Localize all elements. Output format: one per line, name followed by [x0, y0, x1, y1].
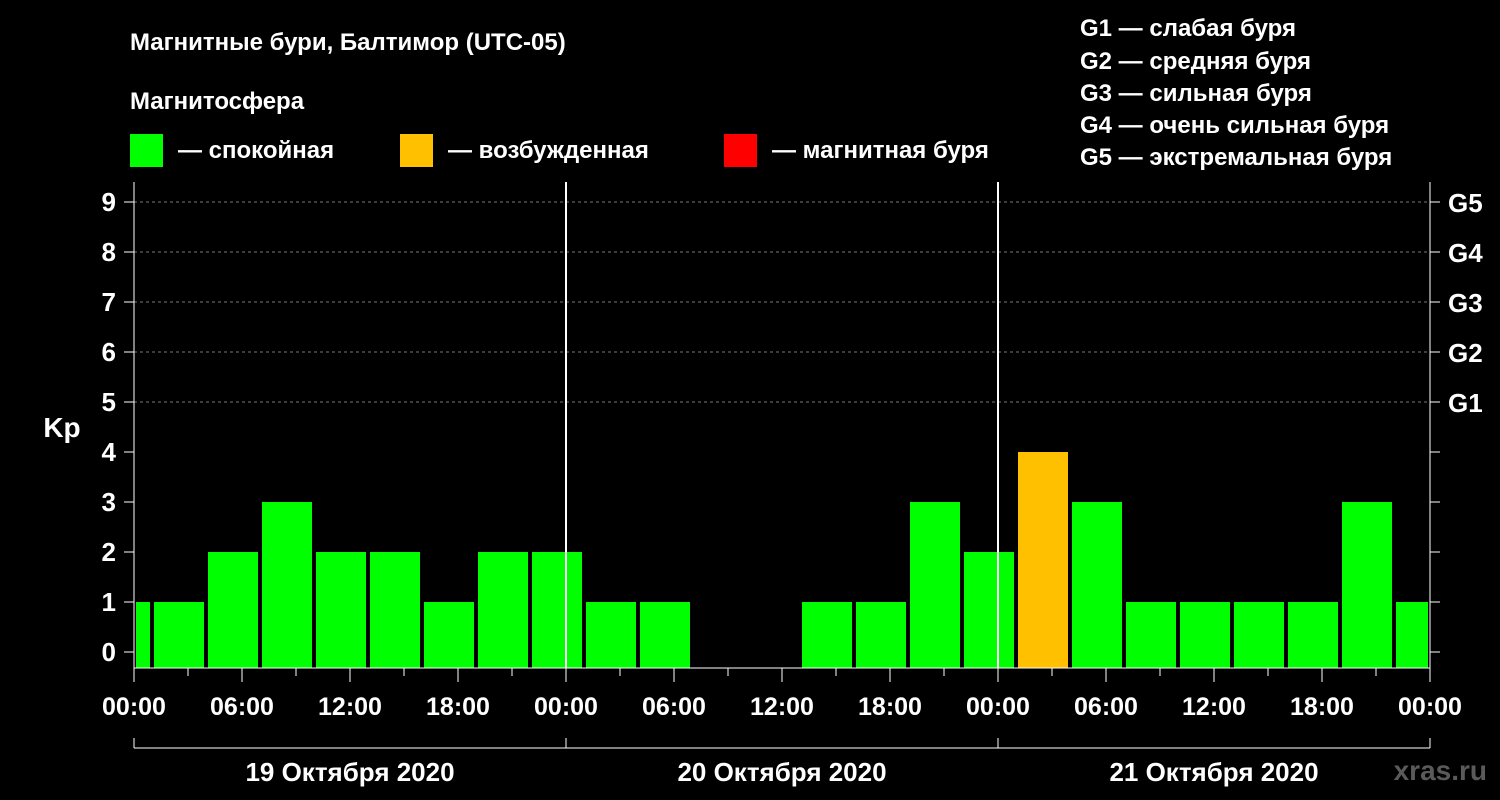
y-tick-label: 6	[102, 337, 116, 367]
kp-bar	[1018, 452, 1068, 668]
storm-level-label: G3	[1448, 288, 1483, 318]
storm-scale-g1: G1 — слабая буря	[1080, 15, 1296, 42]
chart-title: Магнитные бури, Балтимор (UTC-05)	[130, 29, 566, 56]
magnetic-storm-chart: Магнитные бури, Балтимор (UTC-05) Магнит…	[43, 15, 1487, 787]
kp-bar	[1234, 602, 1284, 668]
kp-bar	[1126, 602, 1176, 668]
legend-swatch-quiet	[130, 134, 163, 167]
y-tick-label: 7	[102, 287, 116, 317]
y-axis-label: Kp	[43, 412, 80, 443]
legend-label-active: — возбужденная	[448, 137, 649, 164]
kp-bar	[910, 502, 960, 668]
bars	[136, 452, 1428, 668]
day-labels: 19 Октября 2020 20 Октября 2020 21 Октября…	[133, 738, 1431, 787]
kp-bar	[316, 552, 366, 668]
kp-bar	[964, 552, 1014, 668]
kp-bar	[1180, 602, 1230, 668]
y-tick-label: 5	[102, 387, 116, 417]
x-tick-label: 18:00	[1290, 693, 1354, 721]
y-ticks: 0 1 2 3 4 5 6 7 8 9	[102, 187, 134, 667]
storm-scale-list: G1 — слабая буря G2 — средняя буря G3 — …	[1080, 15, 1392, 171]
storm-scale-g5: G5 — экстремальная буря	[1080, 144, 1392, 171]
kp-bar	[1288, 602, 1338, 668]
legend-label-quiet: — спокойная	[178, 137, 334, 164]
y-tick-label: 4	[102, 437, 117, 467]
x-tick-label: 06:00	[1074, 693, 1138, 721]
kp-bar	[640, 602, 690, 668]
kp-bar	[154, 602, 204, 668]
x-tick-label: 06:00	[210, 693, 274, 721]
x-tick-label: 12:00	[318, 693, 382, 721]
y-tick-label: 0	[102, 637, 116, 667]
magnetosphere-label: Магнитосфера	[130, 88, 305, 115]
y-tick-label: 1	[102, 587, 116, 617]
kp-bar	[136, 602, 150, 668]
x-tick-label: 00:00	[102, 693, 166, 721]
legend: — спокойная — возбужденная — магнитная б…	[130, 134, 989, 167]
kp-bar	[532, 552, 582, 668]
storm-scale-g4: G4 — очень сильная буря	[1080, 112, 1389, 139]
x-tick-label: 12:00	[1182, 693, 1246, 721]
y-tick-label: 3	[102, 487, 116, 517]
day-label: 19 Октября 2020	[245, 757, 454, 787]
day-label: 21 Октября 2020	[1109, 757, 1318, 787]
legend-swatch-storm	[724, 134, 757, 167]
kp-bar	[856, 602, 906, 668]
kp-bar	[208, 552, 258, 668]
kp-bar	[262, 502, 312, 668]
kp-bar	[424, 602, 474, 668]
storm-scale-g2: G2 — средняя буря	[1080, 48, 1311, 75]
kp-bar	[1396, 602, 1428, 668]
legend-label-storm: — магнитная буря	[772, 137, 989, 164]
right-axis-ticks: G1 G2 G3 G4 G5	[1430, 188, 1483, 653]
storm-level-label: G5	[1448, 188, 1483, 218]
kp-bar	[478, 552, 528, 668]
x-tick-label: 06:00	[642, 693, 706, 721]
x-tick-label: 00:00	[966, 693, 1030, 721]
y-tick-label: 9	[102, 187, 116, 217]
kp-bar	[1072, 502, 1122, 668]
y-tick-label: 2	[102, 537, 116, 567]
kp-bar	[1342, 502, 1392, 668]
kp-bar	[586, 602, 636, 668]
kp-bar	[802, 602, 852, 668]
storm-level-label: G4	[1448, 238, 1483, 268]
storm-level-label: G1	[1448, 388, 1483, 418]
x-tick-label: 12:00	[750, 693, 814, 721]
grid-lines	[134, 201, 1430, 403]
y-tick-label: 8	[102, 237, 116, 267]
x-ticks: 00:00 06:00 12:00 18:00 00:00 06:00 12:00 18:00…	[102, 668, 1462, 721]
x-tick-label: 18:00	[858, 693, 922, 721]
legend-swatch-active	[400, 134, 433, 167]
watermark: xras.ru	[1394, 755, 1487, 786]
storm-level-label: G2	[1448, 338, 1483, 368]
storm-scale-g3: G3 — сильная буря	[1080, 80, 1312, 107]
kp-bar	[370, 552, 420, 668]
x-tick-label: 00:00	[534, 693, 598, 721]
x-tick-label: 18:00	[426, 693, 490, 721]
x-tick-label: 00:00	[1398, 693, 1462, 721]
day-label: 20 Октября 2020	[677, 757, 886, 787]
